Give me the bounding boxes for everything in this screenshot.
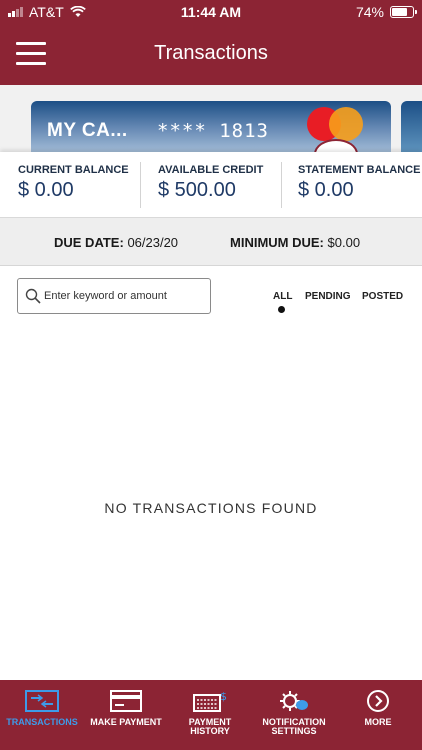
filter-all[interactable]: ALL: [273, 291, 292, 302]
status-bar: AT&T 11:44 AM 74%: [0, 0, 422, 24]
filter-pending[interactable]: PENDING: [305, 291, 351, 302]
divider: [140, 162, 141, 208]
available-credit-label: AVAILABLE CREDIT: [158, 164, 264, 176]
minimum-due-label: MINIMUM DUE:: [230, 235, 324, 250]
card-number: **** 1813: [157, 120, 269, 142]
statement-balance-label: STATEMENT BALANCE: [298, 164, 421, 176]
battery-icon: [390, 6, 417, 18]
filter-posted[interactable]: POSTED: [362, 291, 403, 302]
transactions-icon: [25, 690, 59, 712]
more-icon: [367, 690, 389, 712]
tab-make-payment[interactable]: MAKE PAYMENT: [84, 680, 168, 750]
due-date-label: DUE DATE:: [54, 235, 124, 250]
current-balance-label: CURRENT BALANCE: [18, 164, 129, 176]
divider: [281, 162, 282, 208]
bottom-tab-bar: TRANSACTIONS MAKE PAYMENT $ PAYMENT HIST…: [0, 680, 422, 750]
current-balance-value: $ 0.00: [18, 179, 74, 201]
statement-balance: STATEMENT BALANCE $ 0.00: [298, 152, 420, 218]
credit-card-image[interactable]: MY CA... **** 1813: [31, 101, 391, 155]
statement-balance-value: $ 0.00: [298, 179, 354, 201]
svg-text:$: $: [220, 690, 227, 703]
card-name: MY CA...: [47, 120, 128, 141]
next-card-image[interactable]: [401, 101, 422, 155]
mastercard-logo: [307, 107, 363, 141]
notification-settings-icon: [280, 691, 308, 711]
tab-transactions[interactable]: TRANSACTIONS: [0, 680, 84, 750]
payment-history-icon: $: [193, 690, 227, 712]
transaction-filter: ALL PENDING POSTED: [0, 291, 422, 321]
battery-fill: [392, 8, 407, 16]
balance-summary: CURRENT BALANCE $ 0.00 AVAILABLE CREDIT …: [0, 152, 422, 218]
card-carousel[interactable]: MY CA... **** 1813: [0, 85, 422, 155]
tab-notification-settings[interactable]: NOTIFICATION SETTINGS: [252, 680, 336, 750]
selected-filter-indicator: [278, 306, 285, 313]
due-date-value: 06/23/20: [127, 235, 179, 250]
tab-more[interactable]: MORE: [336, 680, 420, 750]
tab-label: PAYMENT HISTORY: [188, 717, 232, 736]
minimum-due: MINIMUM DUE: $0.00: [230, 235, 360, 250]
available-credit: AVAILABLE CREDIT $ 500.00: [158, 152, 278, 218]
tab-label: NOTIFICATION SETTINGS: [262, 717, 326, 736]
tab-label: TRANSACTIONS: [6, 717, 78, 727]
card-payment-icon: [110, 690, 142, 712]
app-header: AT&T 11:44 AM 74% Transactions: [0, 0, 422, 85]
tab-label: MAKE PAYMENT: [90, 717, 162, 727]
available-credit-value: $ 500.00: [158, 179, 236, 201]
current-balance: CURRENT BALANCE $ 0.00: [18, 152, 138, 218]
due-date: DUE DATE: 06/23/20: [54, 235, 178, 250]
empty-state-message: NO TRANSACTIONS FOUND: [104, 500, 318, 516]
tab-label: MORE: [364, 717, 392, 727]
minimum-due-value: $0.00: [327, 235, 361, 250]
due-info-bar: DUE DATE: 06/23/20 MINIMUM DUE: $0.00: [0, 218, 422, 266]
status-right: 74%: [355, 4, 417, 20]
page-title: Transactions: [154, 42, 268, 64]
battery-percent: 74%: [355, 4, 384, 20]
tab-payment-history[interactable]: $ PAYMENT HISTORY: [168, 680, 252, 750]
